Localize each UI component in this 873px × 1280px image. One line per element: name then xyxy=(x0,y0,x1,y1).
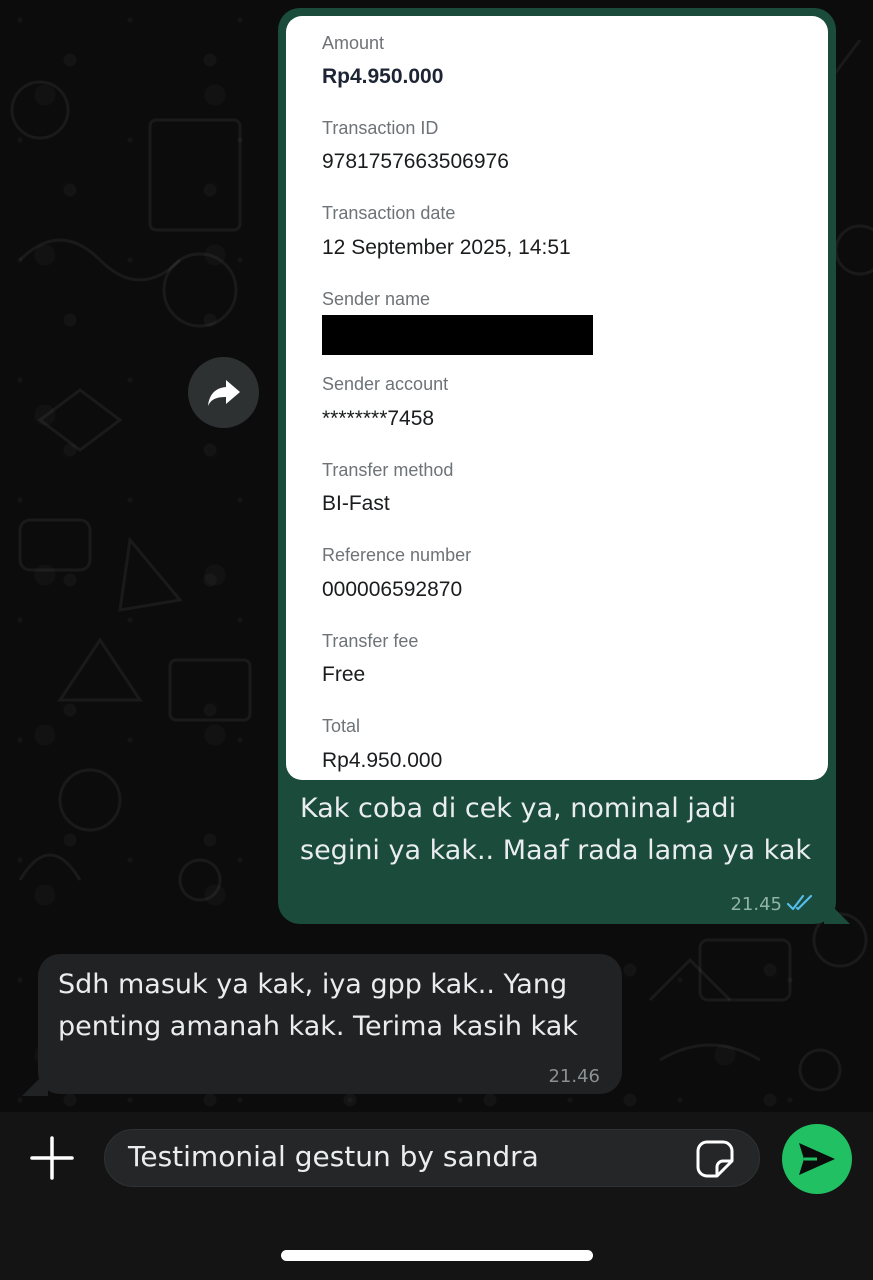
sender-name-label: Sender name xyxy=(322,289,431,309)
reference-number-label: Reference number xyxy=(322,545,472,565)
incoming-message-time: 21.46 xyxy=(548,1066,600,1087)
incoming-message-bubble[interactable]: Sdh masuk ya kak, iya gpp kak.. Yang pen… xyxy=(38,954,622,1094)
total-label: Total xyxy=(322,716,361,736)
sender-account-label: Sender account xyxy=(322,374,449,394)
transaction-id-value: 9781757663506976 xyxy=(322,150,509,173)
amount-label: Amount xyxy=(322,33,385,53)
transfer-fee-value: Free xyxy=(322,663,366,686)
chat-screen: Amount Rp4.950.000 Transaction ID 978175… xyxy=(0,0,873,1280)
transfer-fee-label: Transfer fee xyxy=(322,631,419,651)
send-icon xyxy=(799,1143,835,1175)
total-value: Rp4.950.000 xyxy=(322,749,443,772)
send-button[interactable] xyxy=(782,1124,852,1194)
outgoing-message-text: Kak coba di cek ya, nominal jadi segini … xyxy=(300,793,812,866)
sticker-button[interactable] xyxy=(695,1139,735,1179)
home-indicator[interactable] xyxy=(281,1250,593,1261)
double-check-icon xyxy=(786,894,813,911)
message-input-value: Testimonial gestun by sandra xyxy=(128,1140,539,1173)
transfer-method-value: BI-Fast xyxy=(322,492,390,515)
sender-name-redacted xyxy=(322,315,593,355)
transaction-id-label: Transaction ID xyxy=(322,118,439,138)
incoming-message-text: Sdh masuk ya kak, iya gpp kak.. Yang pen… xyxy=(58,969,578,1042)
outgoing-message-bubble[interactable]: Amount Rp4.950.000 Transaction ID 978175… xyxy=(278,8,836,924)
forward-button[interactable] xyxy=(188,357,259,428)
transfer-method-label: Transfer method xyxy=(322,460,454,480)
outgoing-message-time: 21.45 xyxy=(730,894,782,915)
attach-button[interactable] xyxy=(28,1134,76,1182)
reference-number-value: 000006592870 xyxy=(322,578,463,601)
message-input[interactable]: Testimonial gestun by sandra xyxy=(104,1129,760,1187)
sticker-icon xyxy=(696,1140,734,1178)
receipt-image[interactable]: Amount Rp4.950.000 Transaction ID 978175… xyxy=(286,16,828,780)
transaction-date-value: 12 September 2025, 14:51 xyxy=(322,236,571,259)
sender-account-value: ********7458 xyxy=(322,407,435,430)
amount-value: Rp4.950.000 xyxy=(322,65,444,88)
transaction-date-label: Transaction date xyxy=(322,203,456,223)
plus-icon xyxy=(30,1136,74,1180)
forward-icon xyxy=(207,379,240,406)
